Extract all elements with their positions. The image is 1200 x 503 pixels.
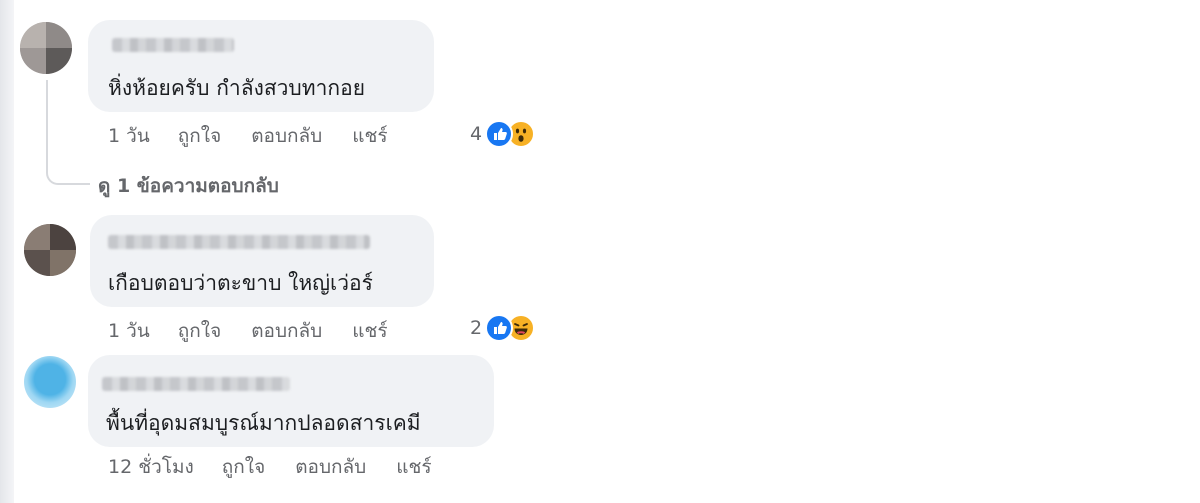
like-button[interactable]: ถูกใจ [222, 452, 265, 482]
comment-3: พื้นที่อุดมสมบูรณ์มากปลอดสารเคมี 12 ชั่ว… [0, 0, 600, 503]
share-button[interactable]: แชร์ [396, 452, 431, 482]
comment-time[interactable]: 12 ชั่วโมง [108, 452, 194, 482]
like-icon [485, 120, 514, 148]
avatar[interactable] [24, 356, 76, 408]
comment-bubble: พื้นที่อุดมสมบูรณ์มากปลอดสารเคมี [88, 355, 494, 447]
reply-button[interactable]: ตอบกลับ [295, 452, 366, 482]
like-icon [485, 314, 514, 342]
comment-text: พื้นที่อุดมสมบูรณ์มากปลอดสารเคมี [106, 411, 421, 435]
commenter-name[interactable] [102, 377, 290, 391]
comment-actions: 12 ชั่วโมง ถูกใจ ตอบกลับ แชร์ [108, 452, 432, 482]
